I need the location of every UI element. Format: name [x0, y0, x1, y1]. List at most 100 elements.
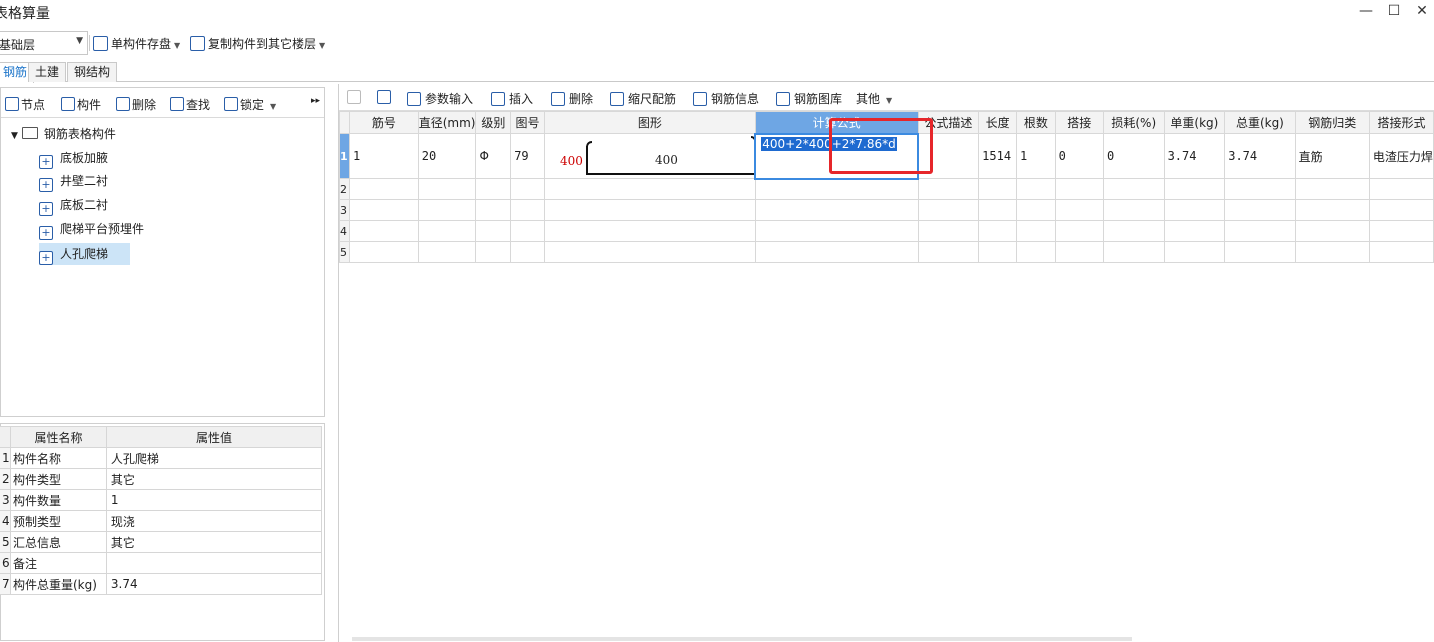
empty-cell[interactable] — [475, 199, 512, 221]
property-value[interactable]: 现浇 — [105, 510, 323, 532]
minimize-button[interactable]: — — [1356, 3, 1376, 21]
empty-cell[interactable] — [754, 178, 919, 200]
empty-cell[interactable] — [1054, 178, 1104, 200]
column-header[interactable]: 损耗(%) — [1102, 111, 1165, 134]
count-cell[interactable]: 1 — [1016, 133, 1056, 179]
empty-cell[interactable] — [475, 220, 512, 242]
column-header[interactable]: 直径(mm) — [417, 111, 477, 134]
column-header[interactable]: 总重(kg) — [1224, 111, 1296, 134]
length-cell[interactable]: 1514 — [978, 133, 1018, 179]
table-row[interactable]: 3 — [339, 199, 1434, 221]
empty-cell[interactable] — [1294, 220, 1370, 242]
empty-cell[interactable] — [1016, 178, 1056, 200]
property-row[interactable]: 1 构件名称 人孔爬梯 — [0, 447, 323, 469]
empty-cell[interactable] — [917, 220, 980, 242]
empty-cell[interactable] — [1016, 199, 1056, 221]
more-icon[interactable]: ▸▸ — [311, 96, 320, 106]
column-header[interactable]: 单重(kg) — [1163, 111, 1226, 134]
empty-cell[interactable] — [1054, 199, 1104, 221]
empty-cell[interactable] — [1294, 241, 1370, 263]
empty-cell[interactable] — [348, 199, 419, 221]
lap-cell[interactable]: 0 — [1054, 133, 1104, 179]
empty-cell[interactable] — [1016, 241, 1056, 263]
expand-icon[interactable]: ▼ — [11, 131, 18, 141]
property-value[interactable]: 其它 — [105, 531, 323, 553]
empty-cell[interactable] — [917, 241, 980, 263]
loss-cell[interactable]: 0 — [1102, 133, 1165, 179]
insert-button[interactable]: 插入 — [491, 90, 533, 107]
category-cell[interactable]: 直筋 — [1294, 133, 1370, 179]
property-row[interactable]: 2 构件类型 其它 — [0, 468, 323, 490]
empty-cell[interactable] — [1224, 241, 1296, 263]
shape-cell[interactable]: 400 400 — [543, 133, 756, 179]
empty-cell[interactable] — [1368, 220, 1434, 242]
empty-cell[interactable] — [475, 241, 512, 263]
empty-cell[interactable] — [543, 241, 756, 263]
column-header[interactable]: 搭接形式 — [1368, 111, 1434, 134]
empty-cell[interactable] — [1102, 178, 1165, 200]
tree-item[interactable]: + 井壁二衬 — [39, 170, 108, 192]
empty-cell[interactable] — [917, 199, 980, 221]
empty-cell[interactable] — [1054, 220, 1104, 242]
tree-item[interactable]: + 底板加腋 — [39, 147, 108, 169]
empty-cell[interactable] — [754, 220, 919, 242]
empty-cell[interactable] — [1163, 220, 1226, 242]
tree-root[interactable]: ▼ 钢筋表格构件 — [11, 123, 116, 145]
empty-cell[interactable] — [543, 199, 756, 221]
component-button[interactable]: 构件 — [61, 96, 101, 113]
property-value[interactable]: 1 — [105, 489, 323, 511]
delete-row-button[interactable]: 删除 — [551, 90, 593, 107]
move-down-button[interactable] — [377, 90, 395, 104]
column-header[interactable]: 级别 — [475, 111, 512, 134]
horizontal-scrollbar[interactable] — [352, 637, 1132, 641]
tab-civil[interactable]: 土建 — [28, 62, 67, 82]
empty-cell[interactable] — [417, 220, 477, 242]
empty-cell[interactable] — [978, 220, 1018, 242]
tree-item[interactable]: + 爬梯平台预埋件 — [39, 218, 144, 240]
property-value[interactable]: 3.74 — [105, 573, 323, 595]
empty-cell[interactable] — [978, 241, 1018, 263]
property-row[interactable]: 7 构件总重量(kg) 3.74 — [0, 573, 323, 595]
column-header[interactable]: 钢筋归类 — [1294, 111, 1370, 134]
column-header[interactable]: 图号 — [510, 111, 545, 134]
empty-cell[interactable] — [1368, 199, 1434, 221]
empty-cell[interactable] — [1224, 178, 1296, 200]
empty-cell[interactable] — [348, 178, 419, 200]
column-header[interactable]: 搭接 — [1054, 111, 1104, 134]
tab-steel[interactable]: 钢结构 — [67, 62, 118, 82]
delete-button[interactable]: 删除 — [116, 96, 156, 113]
column-header[interactable]: 图形 — [543, 111, 756, 134]
property-value[interactable]: 人孔爬梯 — [105, 447, 323, 469]
rebar-library-button[interactable]: 钢筋图库 — [776, 90, 842, 107]
maximize-button[interactable]: ☐ — [1384, 3, 1404, 21]
property-row[interactable]: 3 构件数量 1 — [0, 489, 323, 511]
row-number[interactable]: 4 — [339, 220, 350, 242]
scale-rebar-button[interactable]: 缩尺配筋 — [610, 90, 676, 107]
row-number[interactable]: 3 — [339, 199, 350, 221]
empty-cell[interactable] — [1163, 178, 1226, 200]
empty-cell[interactable] — [475, 178, 512, 200]
empty-cell[interactable] — [417, 199, 477, 221]
empty-cell[interactable] — [978, 178, 1018, 200]
empty-cell[interactable] — [417, 241, 477, 263]
grade-cell[interactable]: Φ — [475, 133, 512, 179]
empty-cell[interactable] — [754, 241, 919, 263]
row-number[interactable]: 1 — [339, 133, 350, 179]
property-row[interactable]: 5 汇总信息 其它 — [0, 531, 323, 553]
tree-item-selected[interactable]: + 人孔爬梯 — [39, 243, 131, 265]
bar-number-cell[interactable]: 1 — [348, 133, 419, 179]
empty-cell[interactable] — [917, 178, 980, 200]
save-component-button[interactable]: 单构件存盘 ▼ — [93, 35, 180, 52]
close-button[interactable]: ✕ — [1412, 3, 1432, 21]
table-row[interactable]: 4 — [339, 220, 1434, 242]
empty-cell[interactable] — [543, 220, 756, 242]
copy-to-floor-button[interactable]: 复制构件到其它楼层 ▼ — [190, 35, 325, 52]
empty-cell[interactable] — [1102, 241, 1165, 263]
empty-cell[interactable] — [1294, 178, 1370, 200]
find-button[interactable]: 查找 — [170, 96, 210, 113]
other-menu-button[interactable]: 其他 ▼ — [856, 90, 892, 107]
table-row[interactable]: 5 — [339, 241, 1434, 263]
empty-cell[interactable] — [1102, 199, 1165, 221]
node-button[interactable]: 节点 — [5, 96, 45, 113]
empty-cell[interactable] — [754, 199, 919, 221]
